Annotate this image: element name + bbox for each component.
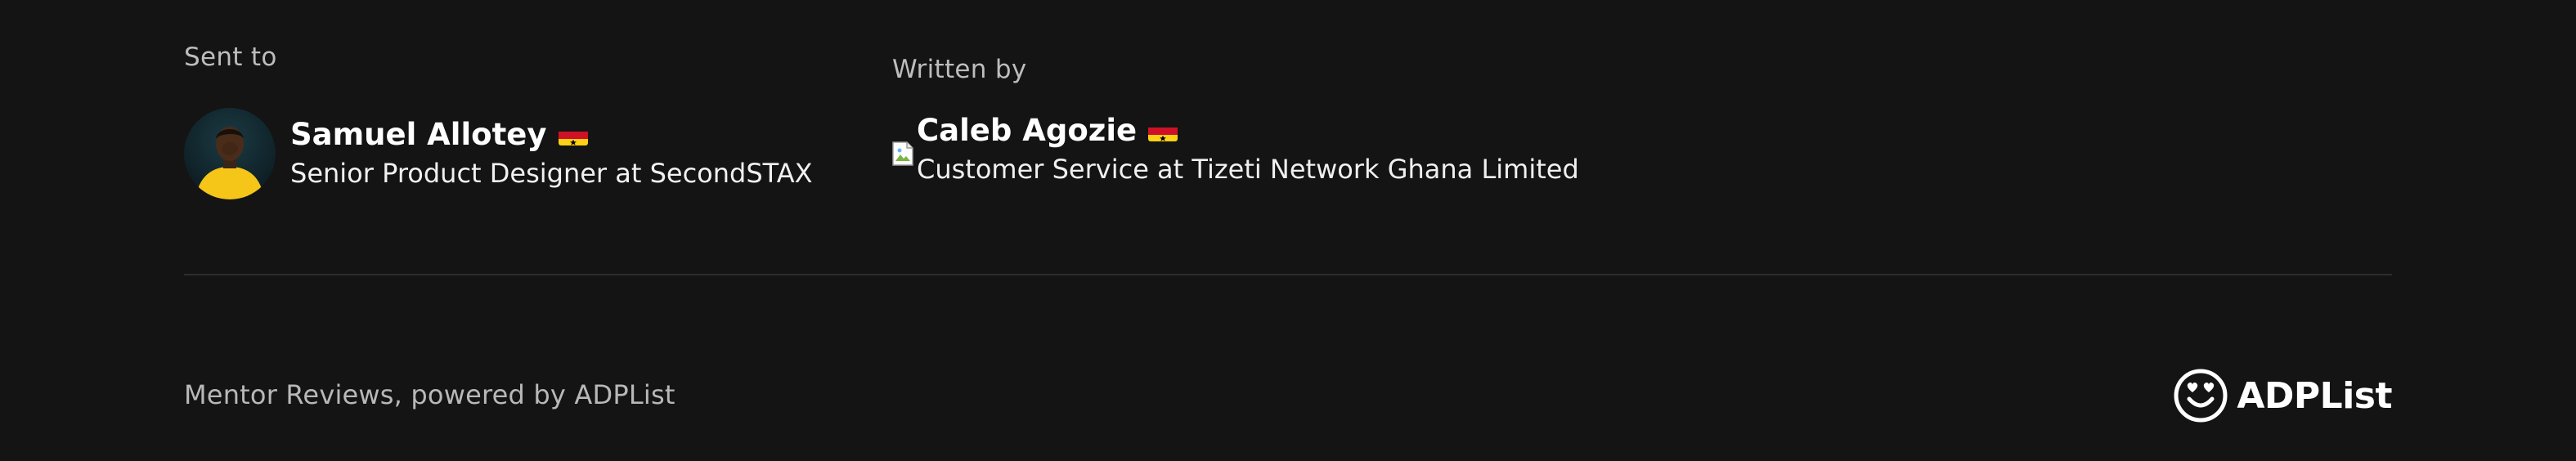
recipient-role: Senior Product Designer at SecondSTAX (290, 158, 813, 189)
avatar-image (184, 108, 276, 199)
broken-image-icon[interactable] (892, 141, 913, 166)
brand-name: ADPList (2237, 374, 2392, 417)
author-name[interactable]: Caleb Agozie (917, 112, 1137, 150)
review-footer-card: Sent to Samuel Allotey Senior Product De… (0, 0, 2576, 461)
ghana-flag-icon (558, 124, 588, 145)
recipient-avatar[interactable] (184, 108, 276, 199)
divider (184, 274, 2392, 275)
recipient-profile[interactable]: Samuel Allotey Senior Product Designer a… (184, 108, 813, 199)
author-role: Customer Service at Tizeti Network Ghana… (917, 154, 1579, 185)
powered-by-text: Mentor Reviews, powered by ADPList (184, 379, 675, 410)
smiley-heart-eyes-icon (2174, 369, 2228, 423)
sent-to-heading: Sent to (184, 43, 277, 72)
ghana-flag-icon (1148, 120, 1178, 141)
adplist-logo-link[interactable]: ADPList (2173, 368, 2392, 423)
author-profile[interactable]: Caleb Agozie Customer Service at Tizeti … (892, 112, 1579, 187)
recipient-name[interactable]: Samuel Allotey (290, 116, 547, 154)
written-by-heading: Written by (892, 55, 1027, 84)
